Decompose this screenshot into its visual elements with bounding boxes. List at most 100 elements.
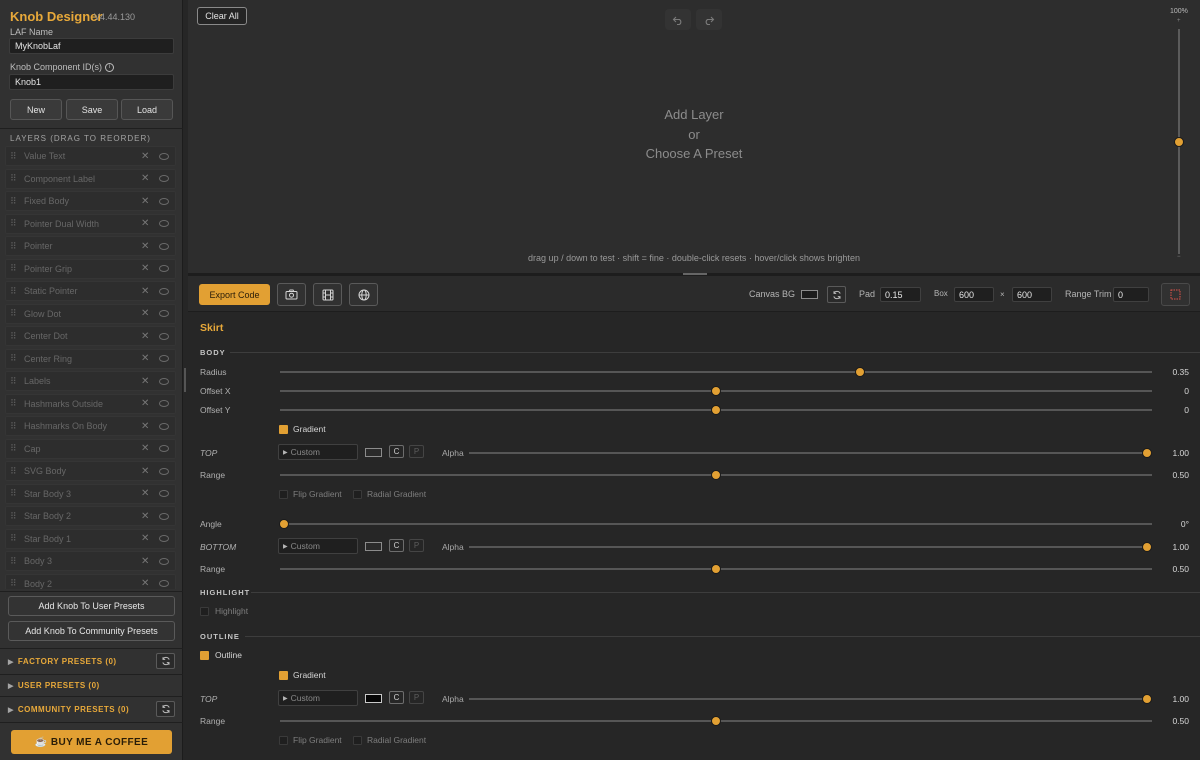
canvas-area[interactable]: Clear All Add Layer or Choose A Preset d… [188, 0, 1200, 273]
export-code-button[interactable]: Export Code [199, 284, 270, 305]
visibility-toggle-icon[interactable] [159, 265, 169, 272]
layer-row[interactable]: ⠿ Hashmarks Outside ✕ [5, 393, 176, 414]
layer-row[interactable]: ⠿ Center Ring ✕ [5, 348, 176, 369]
layer-row[interactable]: ⠿ Fixed Body ✕ [5, 191, 176, 211]
top-color-swatch[interactable] [365, 448, 382, 457]
drag-handle-icon[interactable]: ⠿ [10, 286, 22, 297]
screenshot-button[interactable] [277, 283, 306, 306]
visibility-toggle-icon[interactable] [159, 557, 169, 565]
visibility-toggle-icon[interactable] [159, 490, 169, 497]
close-icon[interactable]: ✕ [141, 263, 153, 274]
layer-row[interactable]: ⠿ Labels ✕ [5, 371, 176, 391]
drag-handle-icon[interactable]: ⠿ [10, 241, 22, 252]
redo-button[interactable] [696, 9, 722, 30]
visibility-toggle-icon[interactable] [159, 175, 169, 182]
visibility-toggle-icon[interactable] [159, 355, 169, 362]
top-alpha-slider-knob[interactable] [1142, 448, 1152, 458]
layer-row[interactable]: ⠿ Center Dot ✕ [5, 326, 176, 346]
close-icon[interactable]: ✕ [141, 466, 153, 477]
gradient-checkbox[interactable] [279, 425, 288, 434]
close-icon[interactable]: ✕ [141, 196, 153, 207]
layer-row[interactable]: ⠿ Hashmarks On Body ✕ [5, 416, 176, 436]
radial-gradient-checkbox[interactable] [353, 490, 362, 499]
angle-slider-track[interactable] [280, 523, 1152, 525]
close-icon[interactable]: ✕ [141, 578, 153, 589]
visibility-toggle-icon[interactable] [159, 422, 169, 430]
visibility-toggle-icon[interactable] [159, 332, 169, 340]
drag-handle-icon[interactable]: ⠿ [10, 398, 22, 409]
drag-handle-icon[interactable]: ⠿ [10, 308, 22, 319]
community-refresh-button[interactable] [156, 701, 175, 717]
visibility-toggle-icon[interactable] [159, 535, 169, 542]
outline-radial-gradient-checkbox[interactable] [353, 736, 362, 745]
canvas-bg-reset-button[interactable] [827, 286, 846, 303]
drag-handle-icon[interactable]: ⠿ [10, 376, 22, 387]
visibility-toggle-icon[interactable] [159, 152, 169, 160]
filmstrip-button[interactable] [313, 283, 342, 306]
visibility-toggle-icon[interactable] [159, 310, 169, 317]
layer-row[interactable]: ⠿ Star Body 1 ✕ [5, 528, 176, 549]
outline-top-alpha-slider-track[interactable] [469, 698, 1152, 700]
outline-range-slider-knob[interactable] [711, 716, 721, 726]
offset-x-slider-knob[interactable] [711, 386, 721, 396]
drag-handle-icon[interactable]: ⠿ [10, 488, 22, 499]
undo-button[interactable] [665, 9, 691, 30]
user-presets-toggle[interactable]: ▶ USER PRESETS (0) [8, 681, 100, 690]
top-alpha-slider-track[interactable] [469, 452, 1152, 454]
drag-handle-icon[interactable]: ⠿ [10, 196, 22, 207]
visibility-toggle-icon[interactable] [159, 445, 169, 452]
drag-handle-icon[interactable]: ⠿ [10, 533, 22, 544]
close-icon[interactable]: ✕ [141, 533, 153, 544]
visibility-toggle-icon[interactable] [159, 580, 169, 587]
drag-handle-icon[interactable]: ⠿ [10, 556, 22, 567]
outline-top-preset-select[interactable]: ▶ Custom [278, 690, 358, 706]
bottom-range-slider-knob[interactable] [711, 564, 721, 574]
close-icon[interactable]: ✕ [141, 331, 153, 342]
web-export-button[interactable] [349, 283, 378, 306]
range-trim-input[interactable] [1113, 287, 1149, 302]
close-icon[interactable]: ✕ [141, 488, 153, 499]
close-icon[interactable]: ✕ [141, 556, 153, 567]
layer-row[interactable]: ⠿ Component Label ✕ [5, 168, 176, 189]
visibility-toggle-icon[interactable] [159, 400, 169, 407]
pad-input[interactable] [880, 287, 921, 302]
drag-handle-icon[interactable]: ⠿ [10, 353, 22, 364]
top-color-preset-select[interactable]: ▶ Custom [278, 444, 358, 460]
close-icon[interactable]: ✕ [141, 218, 153, 229]
close-icon[interactable]: ✕ [141, 443, 153, 454]
buy-me-a-coffee-button[interactable]: ☕ BUY ME A COFFEE [11, 730, 172, 754]
layer-row[interactable]: ⠿ Static Pointer ✕ [5, 281, 176, 301]
angle-slider-knob[interactable] [279, 519, 289, 529]
canvas-bg-swatch[interactable] [801, 290, 818, 299]
drag-handle-icon[interactable]: ⠿ [10, 421, 22, 432]
layer-row[interactable]: ⠿ Cap ✕ [5, 438, 176, 459]
close-icon[interactable]: ✕ [141, 241, 153, 252]
bottom-copy-button[interactable]: C [389, 539, 404, 552]
box-width-input[interactable] [954, 287, 994, 302]
bottom-alpha-slider-knob[interactable] [1142, 542, 1152, 552]
layer-row[interactable]: ⠿ Body 2 ✕ [5, 573, 176, 589]
drag-handle-icon[interactable]: ⠿ [10, 173, 22, 184]
outline-gradient-checkbox[interactable] [279, 671, 288, 680]
close-icon[interactable]: ✕ [141, 173, 153, 184]
visibility-toggle-icon[interactable] [159, 220, 169, 227]
layer-row[interactable]: ⠿ Value Text ✕ [5, 146, 176, 166]
bottom-paste-button[interactable]: P [409, 539, 424, 552]
box-height-input[interactable] [1012, 287, 1052, 302]
close-icon[interactable]: ✕ [141, 511, 153, 522]
new-button[interactable]: New [10, 99, 62, 120]
outline-checkbox[interactable] [200, 651, 209, 660]
visibility-toggle-icon[interactable] [159, 467, 169, 475]
clear-all-button[interactable]: Clear All [197, 7, 247, 25]
layer-row[interactable]: ⠿ Pointer Dual Width ✕ [5, 213, 176, 234]
visibility-toggle-icon[interactable] [159, 242, 169, 250]
visibility-toggle-icon[interactable] [159, 512, 169, 520]
layer-row[interactable]: ⠿ Star Body 2 ✕ [5, 506, 176, 526]
visibility-toggle-icon[interactable] [159, 197, 169, 205]
drag-handle-icon[interactable]: ⠿ [10, 218, 22, 229]
radius-slider-knob[interactable] [854, 367, 865, 377]
layer-row[interactable]: ⠿ SVG Body ✕ [5, 461, 176, 481]
drag-handle-icon[interactable]: ⠿ [10, 578, 22, 589]
highlight-checkbox[interactable] [200, 607, 209, 616]
add-community-preset-button[interactable]: Add Knob To Community Presets [8, 621, 175, 641]
